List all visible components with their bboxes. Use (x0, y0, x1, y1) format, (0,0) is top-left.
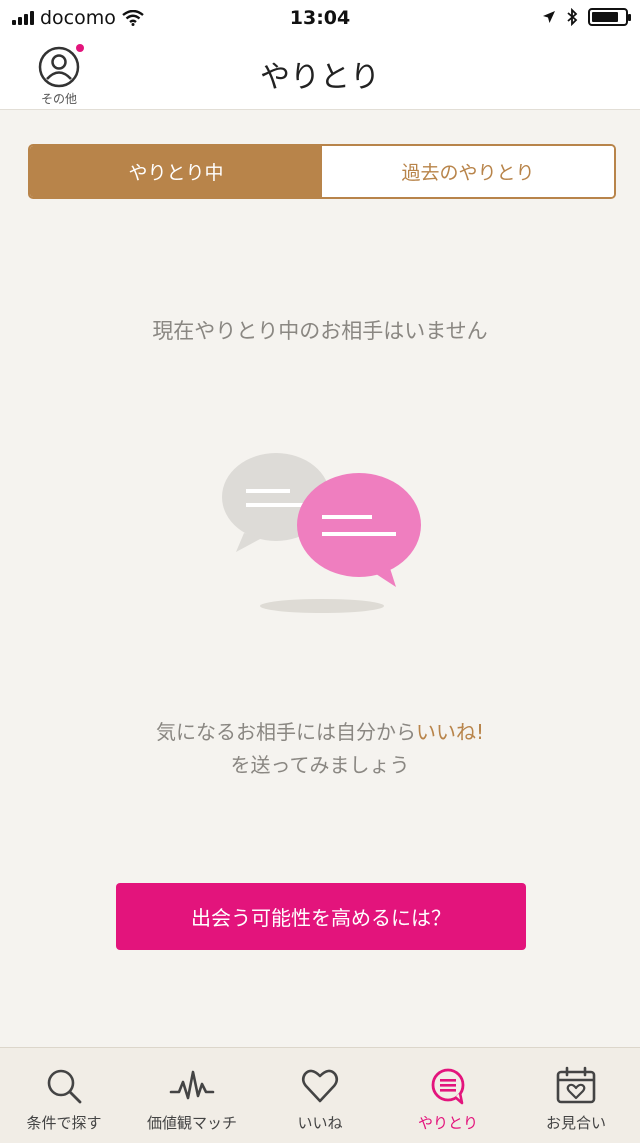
location-arrow-icon (543, 11, 555, 23)
chat-bubbles-illustration (222, 453, 421, 613)
empty-state-message: 現在やりとり中のお相手はいません (152, 319, 488, 343)
improve-chances-button[interactable]: 出会う可能性を高めるには？ (116, 883, 526, 950)
chat-icon (431, 1068, 465, 1105)
tab-likes[interactable]: いいね (256, 1048, 384, 1143)
status-right (542, 8, 631, 26)
tab-messages[interactable]: やりとり (384, 1048, 512, 1143)
status-bar: docomo 13:04 (0, 0, 640, 36)
notification-dot (76, 44, 84, 52)
segment-past[interactable]: 過去のやりとり (322, 146, 614, 197)
tab-omiai[interactable]: お見合い (512, 1048, 640, 1143)
search-icon (47, 1069, 82, 1104)
heart-icon (301, 1069, 339, 1103)
tab-messages-label: やりとり (417, 1114, 478, 1132)
tab-values-match[interactable]: 価値観マッチ (128, 1048, 256, 1143)
segmented-control: やりとり中 過去のやりとり (28, 144, 616, 199)
bluetooth-icon (567, 8, 578, 26)
pink-bubble-icon (297, 473, 421, 587)
battery-icon (588, 8, 631, 26)
hint-text: 気になるお相手には自分からいいね! を送ってみましょう (0, 716, 640, 782)
tab-bar: 条件で探す 価値観マッチ いいね やりとり お見合い (0, 1047, 640, 1143)
tab-search-label: 条件で探す (26, 1114, 102, 1132)
hint-line-2: を送ってみましょう (230, 753, 410, 777)
page-title: やりとり (260, 60, 380, 95)
segment-current[interactable]: やりとり中 (30, 146, 322, 197)
tab-likes-label: いいね (297, 1114, 343, 1132)
hint-line-1-prefix: 気になるお相手には自分から (155, 720, 416, 744)
tab-search[interactable]: 条件で探す (0, 1048, 128, 1143)
nav-bar: その他 やりとり (0, 36, 640, 110)
tab-values-match-label: 価値観マッチ (146, 1114, 237, 1132)
hint-line-1: 気になるお相手には自分からいいね! (0, 716, 640, 749)
illustration-shadow (260, 599, 384, 613)
pulse-icon (169, 1070, 215, 1100)
calendar-heart-icon (556, 1066, 596, 1104)
tab-omiai-label: お見合い (545, 1114, 606, 1132)
hint-line-1-accent: いいね! (415, 720, 485, 744)
